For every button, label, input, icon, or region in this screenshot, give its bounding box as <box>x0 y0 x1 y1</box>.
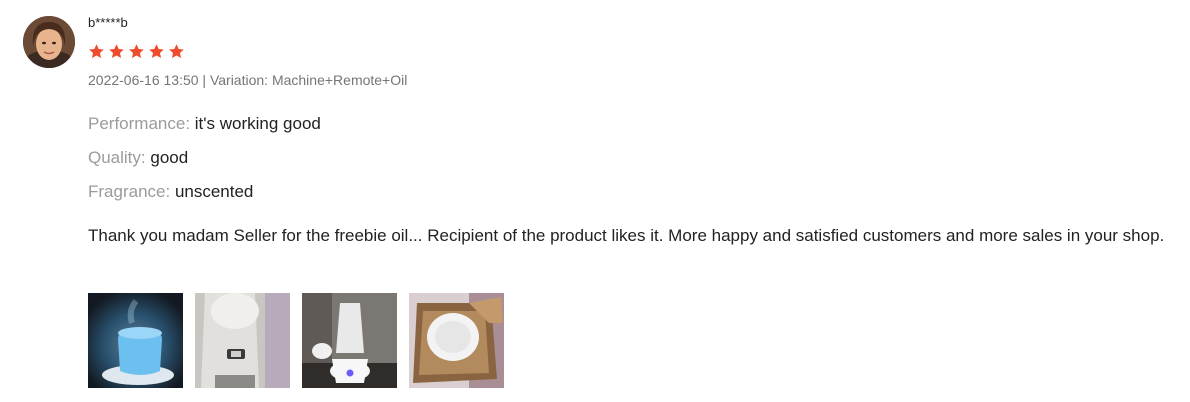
review-photo-glowing-diffuser[interactable] <box>88 293 183 388</box>
attribute-label: Performance: <box>88 114 191 133</box>
star-rating <box>88 43 185 60</box>
review-photo-diffuser-closeup[interactable] <box>195 293 290 388</box>
star-icon <box>89 44 104 59</box>
attribute-value: good <box>150 148 189 167</box>
attribute-value: it's working good <box>194 114 321 133</box>
attribute-label: Fragrance: <box>88 182 171 201</box>
avatar[interactable] <box>23 16 75 68</box>
star-icon <box>169 44 184 59</box>
star-icon <box>129 44 144 59</box>
review-photo-diffuser-in-box[interactable] <box>409 293 504 388</box>
review-comment: Thank you madam Seller for the freebie o… <box>88 226 1165 245</box>
attribute-value: unscented <box>174 182 254 201</box>
attribute-quality: Quality: good <box>88 148 188 168</box>
product-review: b*****b 2022-06-16 13:50 | Variation: Ma… <box>0 0 1190 402</box>
review-meta: 2022-06-16 13:50 | Variation: Machine+Re… <box>88 72 408 88</box>
star-icon <box>109 44 124 59</box>
attribute-label: Quality: <box>88 148 146 167</box>
review-photos <box>88 293 504 388</box>
attribute-fragrance: Fragrance: unscented <box>88 182 253 202</box>
reviewer-username[interactable]: b*****b <box>88 15 128 30</box>
review-photo-diffuser-on-table[interactable] <box>302 293 397 388</box>
star-icon <box>149 44 164 59</box>
attribute-performance: Performance: it's working good <box>88 114 321 134</box>
